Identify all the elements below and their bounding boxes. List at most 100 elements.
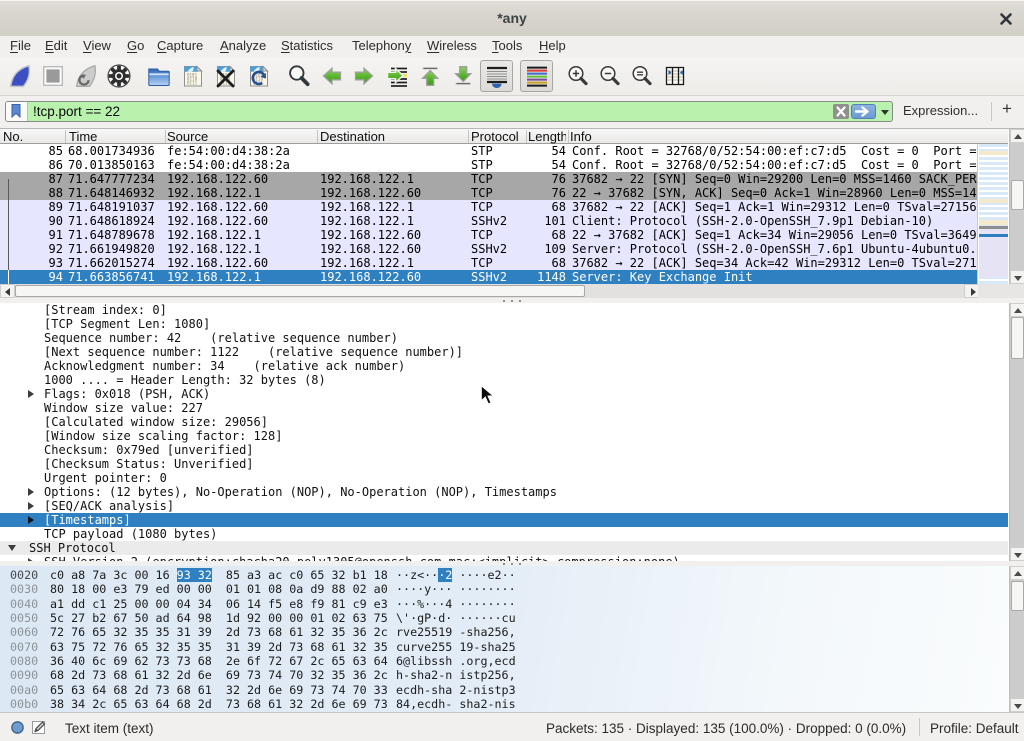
close-icon[interactable] — [997, 10, 1015, 28]
column-header-protocol[interactable]: Protocol — [471, 129, 524, 144]
packet-row-89[interactable]: 8971.648191037192.168.122.60192.168.122.… — [0, 200, 1008, 214]
detail-row[interactable]: [TCP Segment Len: 1080] — [0, 317, 1008, 331]
detail-row[interactable]: [Timestamps] — [0, 513, 1008, 527]
menu-statistics[interactable]: Statistics — [281, 38, 333, 53]
packet-list-vscrollbar[interactable] — [1009, 129, 1024, 284]
start-capture-button[interactable] — [8, 64, 32, 88]
filter-apply-button[interactable] — [851, 104, 876, 119]
packet-row-88[interactable]: 8871.648146932192.168.122.1192.168.122.6… — [0, 186, 1008, 200]
hex-row-0030[interactable]: 003080 18 00 e3 79 ed 00 00 01 01 08 0a … — [0, 582, 1008, 596]
capture-options-button[interactable] — [107, 64, 131, 88]
expander-closed-icon[interactable] — [28, 516, 34, 524]
column-header-source[interactable]: Source — [167, 129, 315, 144]
zoom-100-button[interactable] — [630, 64, 654, 88]
detail-row[interactable]: Checksum: 0x79ed [unverified] — [0, 443, 1008, 457]
column-divider[interactable] — [317, 130, 318, 143]
restart-capture-button[interactable] — [74, 64, 98, 88]
detail-row[interactable]: [Window size scaling factor: 128] — [0, 429, 1008, 443]
menu-file[interactable]: File — [10, 38, 31, 53]
hex-row-0050[interactable]: 00505c 27 b2 67 50 ad 64 98 1d 92 00 00 … — [0, 611, 1008, 625]
reload-file-button[interactable] — [247, 64, 271, 88]
detail-row[interactable]: TCP payload (1080 bytes) — [0, 527, 1008, 541]
detail-row[interactable]: [Checksum Status: Unverified] — [0, 457, 1008, 471]
packet-row-87[interactable]: 8771.647777234192.168.122.60192.168.122.… — [0, 172, 1008, 186]
filter-bookmark-button[interactable] — [6, 102, 28, 121]
detail-row[interactable]: SSH Protocol — [0, 541, 1008, 555]
expander-open-icon[interactable] — [8, 545, 16, 551]
scroll-down-button[interactable] — [1010, 698, 1024, 712]
stop-capture-button[interactable] — [41, 64, 65, 88]
go-last-button[interactable] — [451, 64, 475, 88]
filter-clear-button[interactable] — [833, 104, 849, 119]
title-bar[interactable]: *any — [0, 0, 1024, 36]
scroll-right-button[interactable] — [964, 284, 979, 298]
menu-telephony[interactable]: Telephony — [352, 38, 411, 53]
menu-capture[interactable]: Capture — [157, 38, 203, 53]
close-file-button[interactable] — [214, 64, 238, 88]
go-to-packet-button[interactable] — [385, 64, 409, 88]
go-back-button[interactable] — [320, 64, 344, 88]
zoom-in-button[interactable] — [566, 64, 590, 88]
packet-row-92[interactable]: 9271.661949820192.168.122.1192.168.122.6… — [0, 242, 1008, 256]
resize-columns-button[interactable] — [662, 64, 686, 88]
detail-row[interactable]: [SEQ/ACK analysis] — [0, 499, 1008, 513]
auto-scroll-button[interactable] — [480, 60, 513, 92]
hex-row-00a0[interactable]: 00a065 63 64 68 2d 73 68 61 32 2d 6e 69 … — [0, 683, 1008, 697]
column-divider[interactable] — [526, 130, 527, 143]
column-divider[interactable] — [568, 130, 569, 143]
packet-list-minimap-scrollbar[interactable] — [977, 144, 1008, 284]
detail-row[interactable]: Urgent pointer: 0 — [0, 471, 1008, 485]
menu-view[interactable]: View — [83, 38, 111, 53]
bytes-vscrollbar[interactable] — [1009, 566, 1024, 712]
go-first-button[interactable] — [418, 64, 442, 88]
detail-row[interactable]: Sequence number: 42 (relative sequence n… — [0, 331, 1008, 345]
scroll-left-button[interactable] — [0, 284, 15, 298]
menu-wireless[interactable]: Wireless — [427, 38, 477, 53]
find-packet-button[interactable] — [287, 64, 311, 88]
hex-row-0020[interactable]: 0020c0 a8 7a 3c 00 16 93 32 85 a3 ac c0 … — [0, 568, 1008, 582]
detail-row[interactable]: [Calculated window size: 29056] — [0, 415, 1008, 429]
menu-tools[interactable]: Tools — [492, 38, 522, 53]
expander-closed-icon[interactable] — [28, 502, 34, 510]
detail-row[interactable]: Window size value: 227 — [0, 401, 1008, 415]
hex-row-0060[interactable]: 006072 76 65 32 35 35 31 39 2d 73 68 61 … — [0, 625, 1008, 639]
add-filter-button[interactable]: + — [999, 99, 1015, 119]
column-header-length[interactable]: Length — [528, 129, 566, 144]
vscroll-thumb[interactable] — [1011, 317, 1024, 359]
expander-closed-icon[interactable] — [28, 390, 34, 398]
detail-row[interactable]: Acknowledgment number: 34 (relative ack … — [0, 359, 1008, 373]
column-header-time[interactable]: Time — [69, 129, 163, 144]
chevron-down-icon[interactable] — [881, 110, 889, 115]
hscroll-thumb[interactable] — [15, 285, 585, 297]
expander-closed-icon[interactable] — [28, 488, 34, 496]
menu-go[interactable]: Go — [127, 38, 144, 53]
column-header-info[interactable]: Info — [570, 129, 1000, 144]
column-header-no[interactable]: No. — [3, 129, 63, 144]
pencil-note-icon[interactable] — [32, 720, 46, 735]
hex-row-0040[interactable]: 0040a1 dd c1 25 00 00 04 34 06 14 f5 e8 … — [0, 597, 1008, 611]
colorize-button[interactable] — [520, 60, 553, 92]
hex-row-00b0[interactable]: 00b038 34 2c 65 63 64 68 2d 73 68 61 32 … — [0, 697, 1008, 711]
column-divider[interactable] — [165, 130, 166, 143]
status-profile[interactable]: Profile: Default — [930, 721, 1019, 736]
menu-analyze[interactable]: Analyze — [220, 38, 266, 53]
column-divider[interactable] — [468, 130, 469, 143]
packet-row-94[interactable]: 9471.663856741192.168.122.1192.168.122.6… — [0, 270, 1008, 284]
scroll-up-button[interactable] — [1010, 303, 1024, 317]
go-forward-button[interactable] — [352, 64, 376, 88]
open-file-button[interactable] — [147, 64, 171, 88]
detail-row[interactable]: [Stream index: 0] — [0, 303, 1008, 317]
packet-row-86[interactable]: 8670.013850163fe:54:00:d4:38:2aSTP54Conf… — [0, 158, 1008, 172]
vscroll-thumb[interactable] — [1011, 581, 1024, 611]
detail-row[interactable]: [Next sequence number: 1122 (relative se… — [0, 345, 1008, 359]
packet-row-91[interactable]: 9171.648789678192.168.122.1192.168.122.6… — [0, 228, 1008, 242]
vscroll-thumb[interactable] — [1011, 180, 1024, 210]
packet-list-hscrollbar[interactable] — [0, 284, 1008, 298]
packet-row-90[interactable]: 9071.648618924192.168.122.60192.168.122.… — [0, 214, 1008, 228]
scroll-down-button[interactable] — [1010, 547, 1024, 561]
hex-row-0090[interactable]: 009068 2d 73 68 61 32 2d 6e 69 73 74 70 … — [0, 668, 1008, 682]
hex-row-0080[interactable]: 008036 40 6c 69 62 73 73 68 2e 6f 72 67 … — [0, 654, 1008, 668]
menu-help[interactable]: Help — [539, 38, 566, 53]
save-file-button[interactable] — [181, 64, 205, 88]
packet-list-header[interactable]: No.TimeSourceDestinationProtocolLengthIn… — [0, 129, 1008, 144]
